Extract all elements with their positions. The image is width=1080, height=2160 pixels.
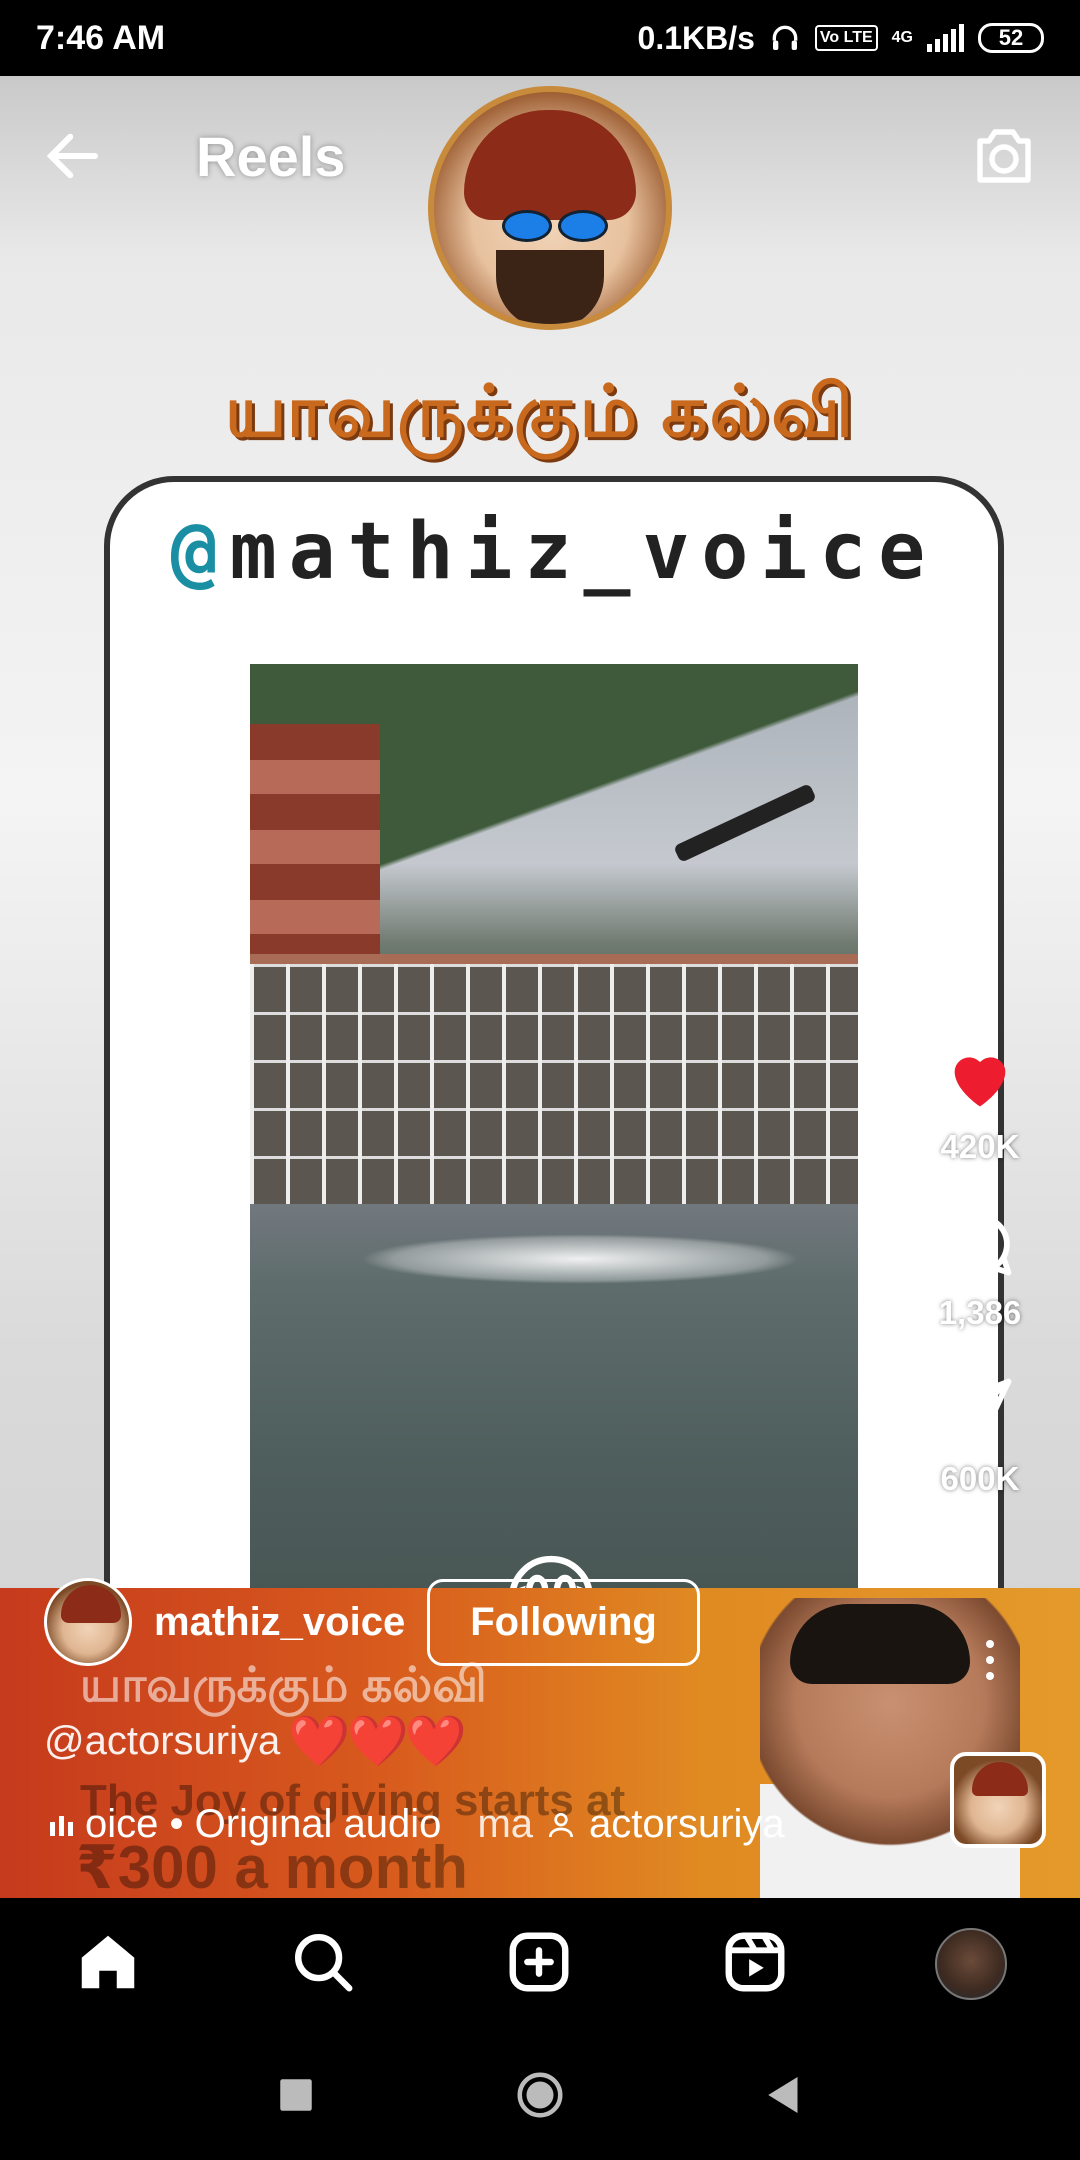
more-options-icon[interactable] — [986, 1640, 994, 1680]
share-count: 600K — [940, 1460, 1020, 1497]
video-clip: 😂 — [250, 664, 858, 1664]
camera-icon[interactable] — [968, 120, 1040, 192]
comment-action[interactable]: 1,386 — [938, 1206, 1022, 1332]
reels-icon[interactable] — [720, 1927, 790, 1997]
system-nav — [0, 2030, 1080, 2160]
create-icon[interactable] — [504, 1927, 574, 1997]
audio-label[interactable]: oice • Original audio — [85, 1802, 441, 1847]
ad-tamil-text: யாவருக்கும் கல்வி — [80, 1659, 487, 1712]
headphones-icon — [772, 25, 798, 50]
reels-header: Reels — [0, 76, 1080, 236]
video-handle-text: @mathiz_voice — [170, 507, 938, 597]
recent-apps-icon[interactable] — [269, 2068, 323, 2122]
status-time: 7:46 AM — [36, 18, 166, 57]
nav-profile[interactable] — [935, 1928, 1008, 2000]
like-action[interactable]: 420K — [940, 1040, 1020, 1166]
network-speed: 0.1KB/s — [637, 19, 755, 56]
status-indicators: 0.1KB/s Vo LTE 4G 52 — [638, 20, 1044, 57]
comment-icon[interactable] — [942, 1206, 1018, 1282]
nav-home[interactable] — [73, 1927, 143, 2002]
nav-reels[interactable] — [720, 1927, 790, 2002]
reel-actions: 420K 1,386 600K — [920, 1040, 1040, 1538]
person-tag-icon — [549, 1812, 574, 1837]
audio-label-tail: ma — [477, 1802, 534, 1846]
network-type: 4G — [891, 29, 913, 46]
profile-avatar[interactable] — [935, 1928, 1008, 2000]
page-title: Reels — [196, 124, 346, 188]
back-triangle-icon[interactable] — [757, 2068, 811, 2122]
creator-username[interactable]: mathiz_voice — [154, 1600, 405, 1645]
send-icon[interactable] — [942, 1372, 1018, 1448]
video-overlay-title: யாவருக்கும் கல்வி — [224, 372, 856, 452]
share-action[interactable]: 600K — [940, 1372, 1020, 1498]
heart-icon[interactable] — [942, 1040, 1018, 1116]
like-count: 420K — [940, 1128, 1020, 1165]
caption-mention[interactable]: @actorsuriya — [44, 1719, 280, 1764]
home-icon[interactable] — [73, 1927, 143, 1997]
search-icon[interactable] — [288, 1927, 358, 1997]
bottom-nav — [0, 1898, 1080, 2030]
tagged-user[interactable]: actorsuriya — [589, 1802, 785, 1847]
nav-search[interactable] — [288, 1927, 358, 2002]
back-arrow-icon[interactable] — [40, 123, 106, 189]
audio-thumbnail[interactable] — [950, 1752, 1046, 1848]
audio-bars-icon — [50, 1814, 73, 1836]
post-user-row: mathiz_voice Following — [44, 1578, 700, 1666]
battery-indicator: 52 — [978, 23, 1044, 53]
post-caption[interactable]: @actorsuriya ❤️❤️❤️ — [44, 1712, 467, 1771]
home-circle-icon[interactable] — [513, 2068, 567, 2122]
volte-badge: Vo LTE — [814, 25, 878, 51]
following-button[interactable]: Following — [427, 1578, 700, 1666]
creator-avatar[interactable] — [44, 1578, 132, 1666]
status-bar: 7:46 AM 0.1KB/s Vo LTE 4G 52 — [0, 0, 1080, 76]
audio-row[interactable]: oice • Original audio ma actorsuriya — [50, 1802, 785, 1847]
comment-count: 1,386 — [938, 1294, 1022, 1331]
caption-hearts: ❤️❤️❤️ — [288, 1713, 467, 1769]
nav-create[interactable] — [504, 1927, 574, 2002]
signal-icon — [927, 24, 964, 52]
